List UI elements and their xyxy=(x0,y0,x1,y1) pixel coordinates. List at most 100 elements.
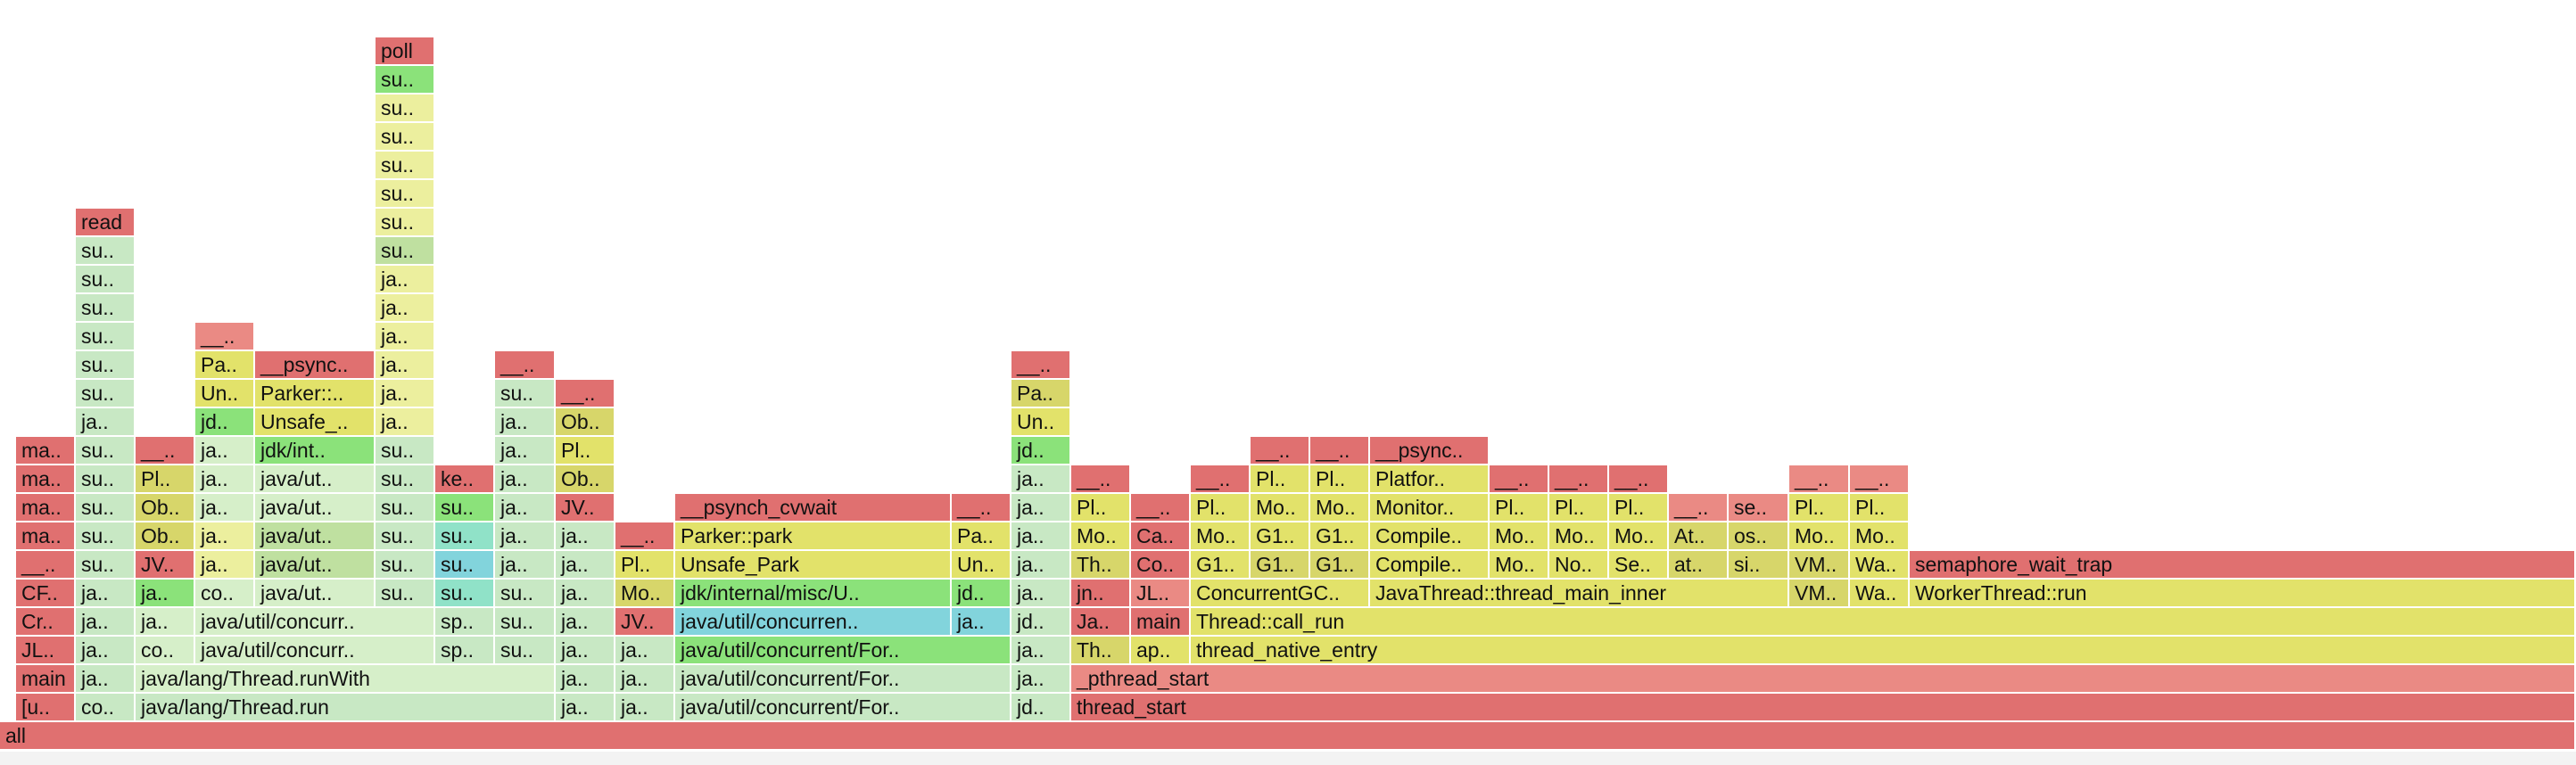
flame-frame[interactable]: __.. xyxy=(1251,437,1310,465)
flame-frame[interactable]: JL.. xyxy=(16,637,76,665)
flame-frame[interactable]: ja.. xyxy=(1011,637,1071,665)
flame-frame[interactable]: co.. xyxy=(76,694,136,722)
flame-frame[interactable]: java/lang/Thread.run xyxy=(136,694,556,722)
flame-frame[interactable]: read xyxy=(76,209,136,237)
flame-frame[interactable]: ja.. xyxy=(376,294,435,323)
flame-frame[interactable]: ja.. xyxy=(495,522,556,551)
flame-frame[interactable]: su.. xyxy=(376,237,435,266)
flame-frame[interactable]: su.. xyxy=(76,437,136,465)
flame-frame[interactable]: Ob.. xyxy=(556,465,615,494)
flame-frame[interactable]: ja.. xyxy=(952,608,1011,637)
flame-frame[interactable]: ja.. xyxy=(195,437,255,465)
flame-frame[interactable]: ja.. xyxy=(556,551,615,580)
flame-frame[interactable]: __.. xyxy=(195,323,255,351)
flame-frame[interactable]: JV.. xyxy=(556,494,615,522)
flame-frame[interactable]: java/ut.. xyxy=(255,522,376,551)
flame-frame[interactable]: Mo.. xyxy=(1490,522,1549,551)
flame-frame[interactable]: __.. xyxy=(1549,465,1609,494)
flame-frame[interactable]: Pl.. xyxy=(1071,494,1131,522)
flame-frame[interactable]: __psync.. xyxy=(1370,437,1490,465)
flame-frame[interactable]: su.. xyxy=(376,209,435,237)
flame-frame[interactable]: su.. xyxy=(376,123,435,152)
flame-frame[interactable]: Th.. xyxy=(1071,637,1131,665)
flame-frame[interactable]: Ob.. xyxy=(136,522,195,551)
flame-frame[interactable]: java/util/concurr.. xyxy=(195,637,435,665)
flame-frame[interactable]: su.. xyxy=(76,323,136,351)
flame-frame[interactable]: Mo.. xyxy=(615,580,675,608)
flame-frame[interactable]: ja.. xyxy=(76,408,136,437)
flame-frame[interactable]: __.. xyxy=(1490,465,1549,494)
flame-frame[interactable]: su.. xyxy=(435,494,495,522)
flame-frame[interactable]: G1.. xyxy=(1251,551,1310,580)
flame-frame[interactable]: No.. xyxy=(1549,551,1609,580)
flame-frame[interactable]: Ca.. xyxy=(1131,522,1191,551)
flame-frame[interactable]: su.. xyxy=(495,608,556,637)
flame-frame[interactable]: Mo.. xyxy=(1490,551,1549,580)
flame-frame[interactable]: su.. xyxy=(376,580,435,608)
flame-frame[interactable]: se.. xyxy=(1729,494,1789,522)
flame-frame[interactable]: su.. xyxy=(376,95,435,123)
flame-frame[interactable]: WorkerThread::run xyxy=(1910,580,2576,608)
flame-frame[interactable]: ja.. xyxy=(1011,551,1071,580)
flame-frame[interactable]: os.. xyxy=(1729,522,1789,551)
flame-frame[interactable]: ja.. xyxy=(495,465,556,494)
flame-frame[interactable]: Pa.. xyxy=(952,522,1011,551)
flame-frame[interactable]: su.. xyxy=(435,522,495,551)
flame-frame[interactable]: __.. xyxy=(136,437,195,465)
flame-frame[interactable]: Pl.. xyxy=(615,551,675,580)
flame-frame[interactable]: ja.. xyxy=(195,465,255,494)
flame-frame[interactable]: ja.. xyxy=(1011,522,1071,551)
flame-frame[interactable]: Pa.. xyxy=(1011,380,1071,408)
flame-frame[interactable]: main xyxy=(16,665,76,694)
flame-frame[interactable]: su.. xyxy=(435,551,495,580)
flame-frame[interactable]: VM.. xyxy=(1789,551,1850,580)
flame-frame[interactable]: Thread::call_run xyxy=(1191,608,2576,637)
flame-frame[interactable]: Compile.. xyxy=(1370,522,1490,551)
flame-frame[interactable]: java/util/concurrent/For.. xyxy=(675,637,1011,665)
flame-frame[interactable]: [u.. xyxy=(16,694,76,722)
flame-frame[interactable]: ma.. xyxy=(16,437,76,465)
flame-frame[interactable]: su.. xyxy=(495,580,556,608)
flame-frame[interactable]: ma.. xyxy=(16,522,76,551)
flame-frame[interactable]: ja.. xyxy=(556,694,615,722)
flame-frame[interactable]: __psynch_cvwait xyxy=(675,494,952,522)
flame-frame[interactable]: Un.. xyxy=(195,380,255,408)
flame-frame[interactable]: ja.. xyxy=(495,494,556,522)
flame-frame[interactable]: si.. xyxy=(1729,551,1789,580)
flame-frame[interactable]: su.. xyxy=(376,465,435,494)
flame-frame[interactable]: ja.. xyxy=(1011,494,1071,522)
flame-frame[interactable]: ja.. xyxy=(495,437,556,465)
flame-frame[interactable]: su.. xyxy=(76,522,136,551)
flame-frame[interactable]: Unsafe_Park xyxy=(675,551,952,580)
flame-frame[interactable]: Pl.. xyxy=(1850,494,1910,522)
flame-frame[interactable]: java/ut.. xyxy=(255,465,376,494)
flame-frame[interactable]: jdk/int.. xyxy=(255,437,376,465)
flame-frame[interactable]: jdk/internal/misc/U.. xyxy=(675,580,952,608)
flame-frame[interactable]: at.. xyxy=(1669,551,1729,580)
flame-frame[interactable]: JavaThread::thread_main_inner xyxy=(1370,580,1789,608)
flame-frame[interactable]: java/util/concurr.. xyxy=(195,608,435,637)
flame-frame[interactable]: Compile.. xyxy=(1370,551,1490,580)
flame-frame[interactable]: JL.. xyxy=(1131,580,1191,608)
flame-frame[interactable]: Ja.. xyxy=(1071,608,1131,637)
flame-frame[interactable]: Un.. xyxy=(1011,408,1071,437)
flame-frame[interactable]: java/ut.. xyxy=(255,494,376,522)
flame-frame[interactable]: Monitor.. xyxy=(1370,494,1490,522)
flame-frame[interactable]: ke.. xyxy=(435,465,495,494)
flame-frame[interactable]: Mo.. xyxy=(1310,494,1370,522)
flame-frame[interactable]: ja.. xyxy=(376,380,435,408)
flame-frame[interactable]: jd.. xyxy=(952,580,1011,608)
flame-frame[interactable]: ja.. xyxy=(615,694,675,722)
flame-frame[interactable]: jd.. xyxy=(1011,608,1071,637)
flame-frame[interactable]: Pl.. xyxy=(136,465,195,494)
flame-frame[interactable]: CF.. xyxy=(16,580,76,608)
flame-frame[interactable]: ja.. xyxy=(136,608,195,637)
flame-frame[interactable]: ja.. xyxy=(556,522,615,551)
flame-frame[interactable]: java/util/concurrent/For.. xyxy=(675,665,1011,694)
flame-frame[interactable]: jd.. xyxy=(1011,437,1071,465)
flame-frame[interactable]: su.. xyxy=(435,580,495,608)
flame-frame[interactable]: jn.. xyxy=(1071,580,1131,608)
flame-frame[interactable]: Pl.. xyxy=(556,437,615,465)
flame-frame[interactable]: Pl.. xyxy=(1609,494,1669,522)
flame-frame[interactable]: G1.. xyxy=(1310,551,1370,580)
